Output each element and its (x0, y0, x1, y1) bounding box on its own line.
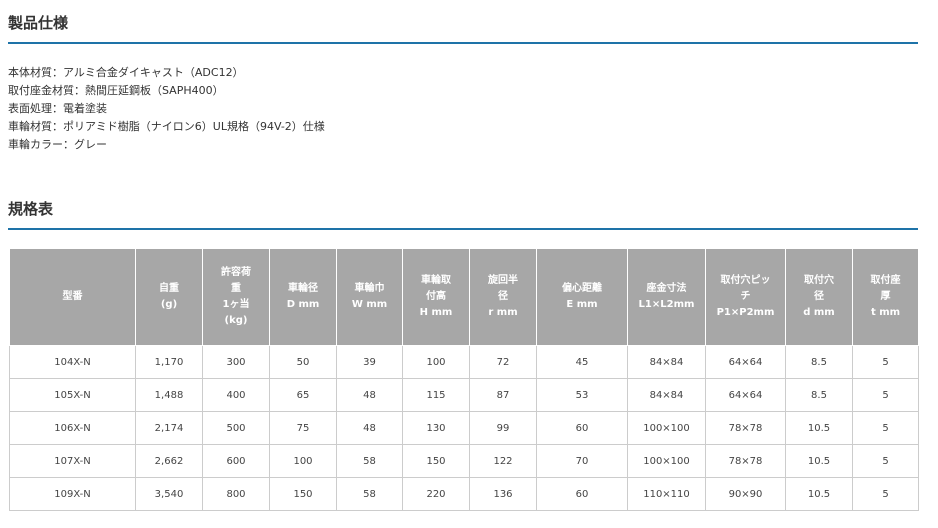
table-section-title: 規格表 (8, 200, 54, 218)
cell-wheel-width: 48 (336, 411, 403, 445)
cell-bolt-hole-pitch: 78×78 (705, 444, 786, 478)
cell-wheel-diameter: 75 (269, 411, 337, 445)
cell-bolt-hole-diameter: 10.5 (785, 444, 853, 478)
spec-table: 型番 自重 (g) 許容荷 重 1ヶ当 (kg) 車輪径 D mm 車輪巾 W … (9, 248, 919, 511)
header-allowable-load: 許容荷 重 1ヶ当 (kg) (202, 248, 270, 346)
header-wheel-width: 車輪巾 W mm (336, 248, 403, 346)
cell-weight: 1,170 (135, 345, 203, 379)
header-bolt-hole-diameter: 取付穴 径 d mm (785, 248, 853, 346)
cell-allowable-load: 500 (202, 411, 270, 445)
cell-wheel-diameter: 65 (269, 378, 337, 412)
spec-table-header-row: 型番 自重 (g) 許容荷 重 1ヶ当 (kg) 車輪径 D mm 車輪巾 W … (9, 248, 919, 346)
cell-plate-thickness: 5 (852, 378, 919, 412)
cell-mounting-height: 130 (402, 411, 470, 445)
header-plate-thickness: 取付座 厚 t mm (852, 248, 919, 346)
cell-wheel-width: 39 (336, 345, 403, 379)
table-row: 107X-N 2,662 600 100 58 150 122 70 100×1… (9, 444, 919, 478)
table-row: 105X-N 1,488 400 65 48 115 87 53 84×84 6… (9, 378, 919, 412)
cell-plate-size: 84×84 (627, 345, 706, 379)
cell-bolt-hole-diameter: 8.5 (785, 345, 853, 379)
cell-bolt-hole-pitch: 64×64 (705, 378, 786, 412)
cell-weight: 2,662 (135, 444, 203, 478)
cell-plate-size: 100×100 (627, 444, 706, 478)
cell-bolt-hole-diameter: 8.5 (785, 378, 853, 412)
spec-item-surface-treatment: 表面処理：電着塗装 (8, 102, 107, 115)
cell-wheel-width: 58 (336, 444, 403, 478)
cell-allowable-load: 800 (202, 477, 270, 511)
cell-wheel-diameter: 150 (269, 477, 337, 511)
cell-wheel-diameter: 50 (269, 345, 337, 379)
spec-item-washer-material: 取付座金材質：熱間圧延鋼板（SAPH400） (8, 84, 224, 97)
cell-weight: 1,488 (135, 378, 203, 412)
cell-weight: 3,540 (135, 477, 203, 511)
spec-item-wheel-color: 車輪カラー：グレー (8, 138, 107, 151)
cell-allowable-load: 300 (202, 345, 270, 379)
cell-plate-size: 100×100 (627, 411, 706, 445)
cell-bolt-hole-diameter: 10.5 (785, 477, 853, 511)
cell-model: 106X-N (9, 411, 136, 445)
cell-swivel-radius: 72 (469, 345, 537, 379)
cell-offset: 45 (536, 345, 628, 379)
cell-weight: 2,174 (135, 411, 203, 445)
cell-swivel-radius: 99 (469, 411, 537, 445)
cell-offset: 70 (536, 444, 628, 478)
cell-plate-thickness: 5 (852, 411, 919, 445)
header-bolt-hole-pitch: 取付穴ピッ チ P1×P2mm (705, 248, 786, 346)
cell-model: 107X-N (9, 444, 136, 478)
cell-mounting-height: 115 (402, 378, 470, 412)
cell-swivel-radius: 122 (469, 444, 537, 478)
cell-offset: 53 (536, 378, 628, 412)
header-plate-size: 座金寸法 L1×L2mm (627, 248, 706, 346)
cell-plate-thickness: 5 (852, 477, 919, 511)
cell-wheel-diameter: 100 (269, 444, 337, 478)
table-section-divider (8, 228, 918, 230)
cell-plate-size: 84×84 (627, 378, 706, 412)
spec-item-body-material: 本体材質：アルミ合金ダイキャスト（ADC12） (8, 66, 244, 79)
cell-bolt-hole-pitch: 90×90 (705, 477, 786, 511)
spec-section-title: 製品仕様 (8, 14, 69, 32)
cell-plate-thickness: 5 (852, 345, 919, 379)
cell-model: 104X-N (9, 345, 136, 379)
cell-plate-size: 110×110 (627, 477, 706, 511)
header-weight: 自重 (g) (135, 248, 203, 346)
cell-swivel-radius: 136 (469, 477, 537, 511)
header-wheel-diameter: 車輪径 D mm (269, 248, 337, 346)
cell-allowable-load: 400 (202, 378, 270, 412)
cell-plate-thickness: 5 (852, 444, 919, 478)
cell-model: 109X-N (9, 477, 136, 511)
cell-offset: 60 (536, 411, 628, 445)
header-swivel-radius: 旋回半 径 r mm (469, 248, 537, 346)
spec-list: 本体材質：アルミ合金ダイキャスト（ADC12） 取付座金材質：熱間圧延鋼板（SA… (8, 64, 325, 154)
cell-bolt-hole-pitch: 64×64 (705, 345, 786, 379)
cell-wheel-width: 48 (336, 378, 403, 412)
table-row: 106X-N 2,174 500 75 48 130 99 60 100×100… (9, 411, 919, 445)
header-offset: 偏心距離 E mm (536, 248, 628, 346)
table-row: 109X-N 3,540 800 150 58 220 136 60 110×1… (9, 477, 919, 511)
cell-bolt-hole-diameter: 10.5 (785, 411, 853, 445)
cell-swivel-radius: 87 (469, 378, 537, 412)
cell-offset: 60 (536, 477, 628, 511)
cell-mounting-height: 220 (402, 477, 470, 511)
spec-item-wheel-material: 車輪材質：ポリアミド樹脂（ナイロン6）UL規格（94V-2）仕様 (8, 120, 325, 133)
table-row: 104X-N 1,170 300 50 39 100 72 45 84×84 6… (9, 345, 919, 379)
cell-mounting-height: 100 (402, 345, 470, 379)
cell-mounting-height: 150 (402, 444, 470, 478)
cell-allowable-load: 600 (202, 444, 270, 478)
cell-model: 105X-N (9, 378, 136, 412)
header-model: 型番 (9, 248, 136, 346)
header-mounting-height: 車輪取 付高 H mm (402, 248, 470, 346)
cell-bolt-hole-pitch: 78×78 (705, 411, 786, 445)
cell-wheel-width: 58 (336, 477, 403, 511)
spec-section-divider (8, 42, 918, 44)
